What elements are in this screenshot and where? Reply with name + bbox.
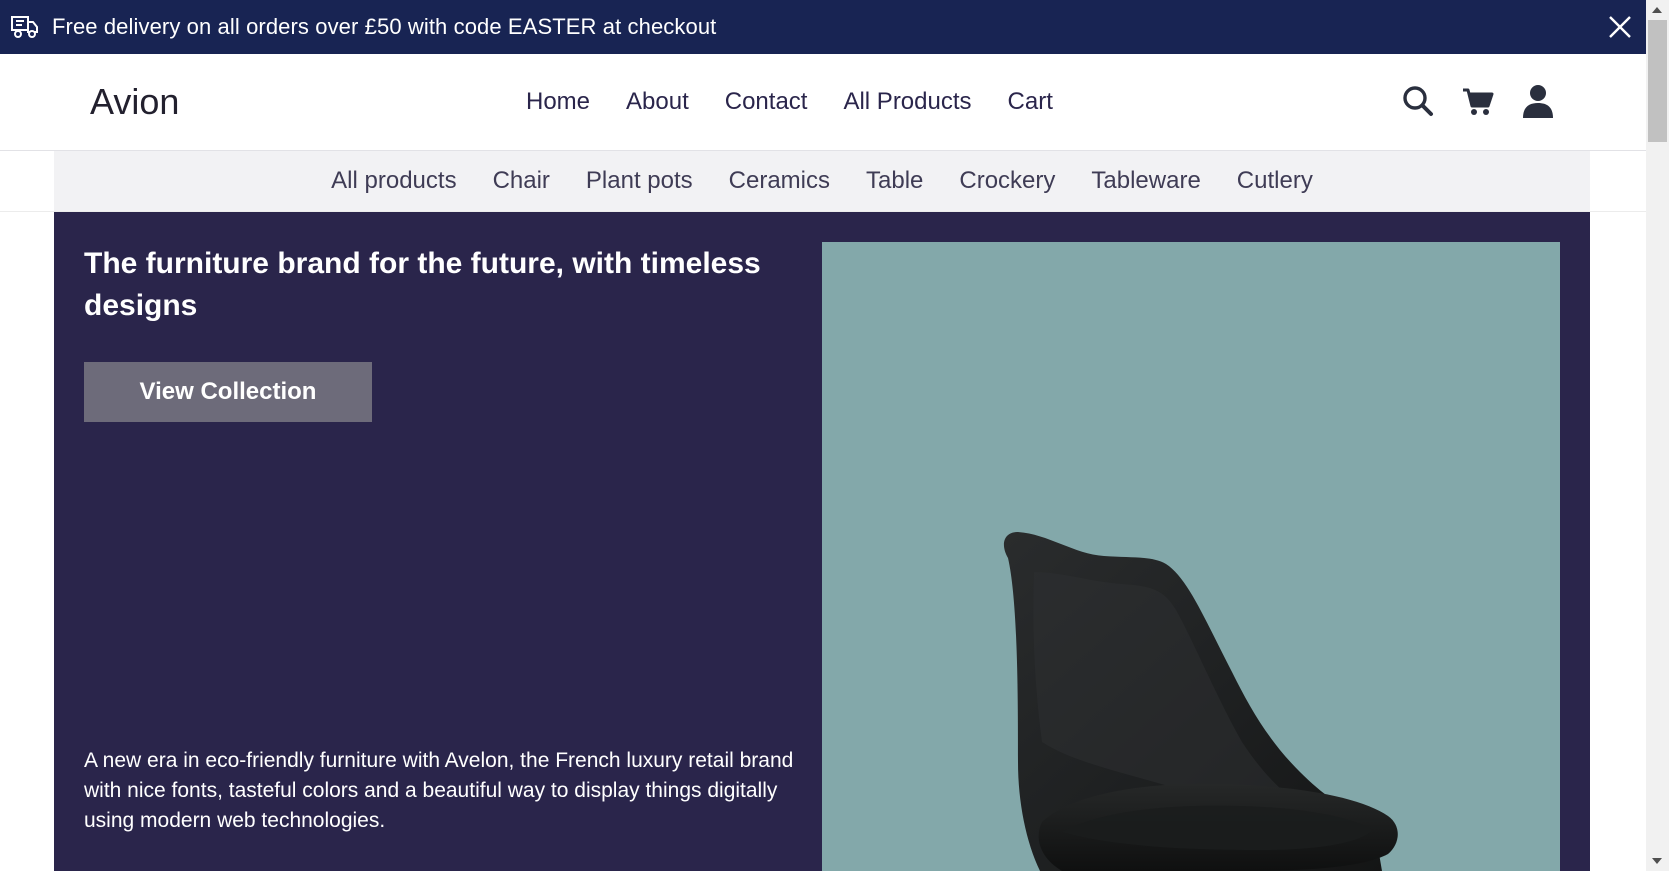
category-all-products[interactable]: All products	[331, 167, 456, 195]
page-scrollbar[interactable]	[1646, 0, 1669, 871]
category-bar-wrapper: All products Chair Plant pots Ceramics T…	[0, 151, 1646, 212]
nav-contact[interactable]: Contact	[725, 84, 808, 120]
nav-all-products[interactable]: All Products	[843, 84, 971, 120]
promo-banner: Free delivery on all orders over £50 wit…	[0, 0, 1646, 54]
hero-description: A new era in eco-friendly furniture with…	[84, 749, 794, 832]
category-crockery[interactable]: Crockery	[959, 167, 1055, 195]
scroll-up-arrow-icon[interactable]	[1652, 7, 1662, 13]
cart-icon[interactable]	[1462, 84, 1494, 118]
scroll-down-arrow-icon[interactable]	[1652, 858, 1662, 864]
view-collection-button[interactable]: View Collection	[84, 362, 372, 422]
page: Free delivery on all orders over £50 wit…	[0, 0, 1646, 871]
promo-text: Free delivery on all orders over £50 wit…	[52, 14, 717, 39]
category-table[interactable]: Table	[866, 167, 923, 195]
category-chair[interactable]: Chair	[493, 167, 550, 195]
search-icon[interactable]	[1402, 84, 1434, 118]
category-cutlery[interactable]: Cutlery	[1237, 167, 1313, 195]
main-nav: Home About Contact All Products Cart	[526, 84, 1053, 120]
nav-home[interactable]: Home	[526, 84, 590, 120]
header-icons	[1402, 84, 1554, 118]
logo[interactable]: Avion	[90, 80, 179, 124]
category-bar: All products Chair Plant pots Ceramics T…	[54, 151, 1590, 211]
site-header: Avion Home About Contact All Products Ca…	[0, 54, 1646, 151]
category-plant-pots[interactable]: Plant pots	[586, 167, 693, 195]
close-icon[interactable]	[1608, 15, 1632, 39]
truck-icon	[11, 14, 39, 40]
hero-section: The furniture brand for the future, with…	[54, 212, 1590, 871]
hero-title: The furniture brand for the future, with…	[84, 247, 761, 322]
black-chair-image	[822, 242, 1560, 871]
category-tableware[interactable]: Tableware	[1091, 167, 1200, 195]
scrollbar-thumb[interactable]	[1648, 20, 1667, 142]
nav-cart[interactable]: Cart	[1008, 84, 1053, 120]
nav-about[interactable]: About	[626, 84, 689, 120]
user-icon[interactable]	[1522, 84, 1554, 118]
category-ceramics[interactable]: Ceramics	[729, 167, 830, 195]
